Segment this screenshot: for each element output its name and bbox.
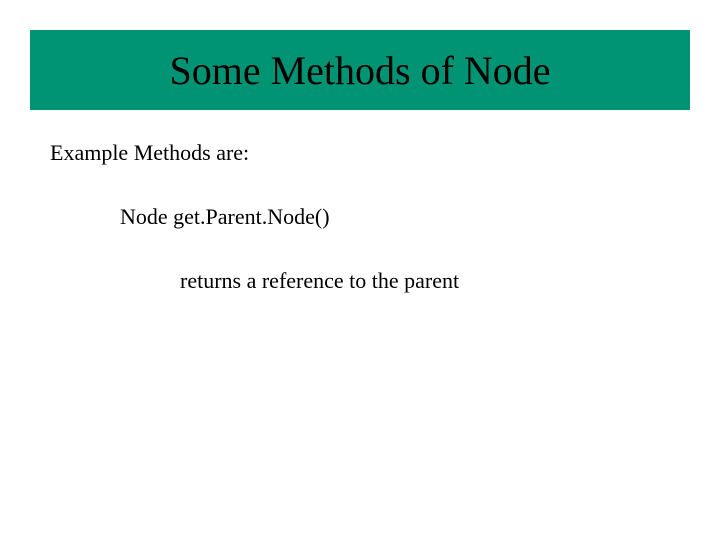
- title-bar: Some Methods of Node: [30, 30, 690, 110]
- intro-text: Example Methods are:: [50, 140, 680, 166]
- content-area: Example Methods are: Node get.Parent.Nod…: [50, 140, 680, 294]
- slide-title: Some Methods of Node: [169, 47, 550, 94]
- method-description: returns a reference to the parent: [180, 268, 680, 294]
- method-signature: Node get.Parent.Node(): [120, 204, 680, 230]
